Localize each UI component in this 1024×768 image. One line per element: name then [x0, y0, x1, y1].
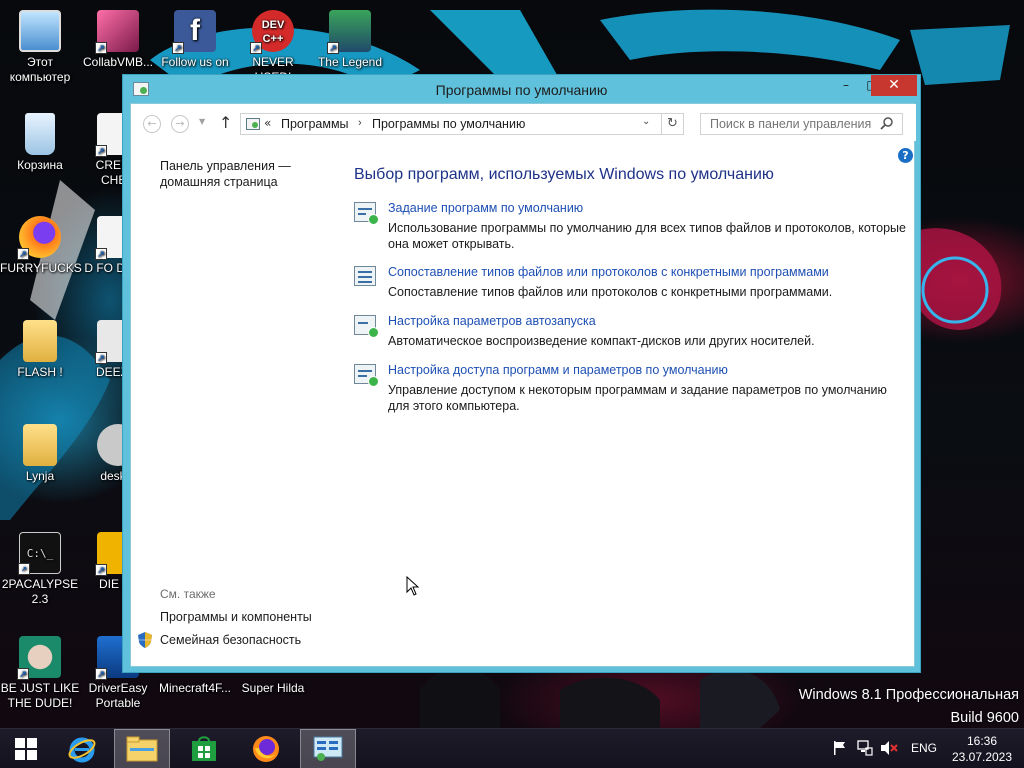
page-title: Выбор программ, используемых Windows по …: [354, 166, 774, 183]
address-bar[interactable]: « Программы › Программы по умолчанию ⌄: [240, 113, 662, 135]
desktop-icon-follow-us[interactable]: f ↗ Follow us on: [155, 10, 235, 70]
facebook-icon: f ↗: [172, 10, 216, 54]
action-center-flag-icon[interactable]: [833, 741, 847, 755]
window-title: Программы по умолчанию: [435, 82, 608, 98]
desktop-icon-label: Follow us on: [161, 55, 229, 69]
desktop-icon-label: Minecraft4F...: [158, 681, 232, 695]
desktop-icon-label: FURRYFUCKS: [0, 261, 82, 275]
family-safety-link[interactable]: Семейная безопасность: [160, 633, 301, 647]
task-description: Использование программы по умолчанию для…: [388, 221, 906, 251]
task-description: Автоматическое воспроизведение компакт-д…: [388, 334, 815, 348]
desktop-icon-flash[interactable]: FLASH !: [0, 320, 80, 380]
window-client-area: ← → ▼ ↑ « Программы › Программы по умолч…: [130, 103, 916, 667]
forward-button[interactable]: →: [171, 115, 189, 133]
up-button[interactable]: ↑: [219, 113, 232, 132]
programs-and-features-link[interactable]: Программы и компоненты: [160, 610, 312, 624]
app-icon: ↗: [95, 10, 139, 54]
desktop-icon-label: CollabVMB...: [82, 55, 154, 69]
recycle-bin-icon: [25, 113, 55, 155]
desktop-icon-label: Super Hilda: [241, 681, 305, 695]
cmd-icon: C:\_ ↗: [18, 532, 61, 575]
desktop-icon-2pacalypse[interactable]: C:\_ ↗ 2PACALYPSE 2.3: [0, 532, 80, 607]
volume-muted-icon[interactable]: [880, 740, 898, 756]
shield-icon: [138, 632, 152, 648]
desktop-icon-label: BE JUST LIKE THE DUDE!: [0, 681, 80, 710]
taskbar-internet-explorer[interactable]: [54, 729, 110, 768]
desktop-icon-lynja[interactable]: Lynja: [0, 424, 80, 484]
windows-version-watermark: Windows 8.1 Профессиональная Build 9600: [799, 684, 1019, 728]
desktop-icon-label: Lynja: [25, 469, 55, 483]
search-input[interactable]: [700, 113, 903, 135]
desktop-icon-collabvm[interactable]: ↗ CollabVMB...: [78, 10, 158, 70]
start-icon: [15, 738, 37, 760]
breadcrumb-programs[interactable]: Программы: [281, 117, 349, 131]
watermark-build: Build 9600: [950, 710, 1019, 726]
address-overflow-chevron[interactable]: «: [264, 116, 271, 130]
breadcrumb-separator[interactable]: ›: [358, 117, 362, 129]
app-icon: ↗: [17, 636, 61, 680]
devcpp-icon: DEV C++ ↗: [250, 10, 294, 54]
minimize-button[interactable]: –: [832, 75, 860, 96]
store-icon: [192, 736, 216, 761]
desktop-icon-label: The Legend: [317, 55, 383, 69]
clock-time: 16:36: [966, 734, 998, 748]
desktop-icon-the-legend[interactable]: ↗ The Legend: [310, 10, 390, 70]
taskbar-file-explorer[interactable]: [114, 729, 170, 768]
navigation-bar: ← → ▼ ↑ « Программы › Программы по умолч…: [131, 104, 916, 141]
folder-icon: [23, 320, 57, 362]
taskbar-firefox[interactable]: [238, 729, 294, 768]
file-explorer-icon: [126, 736, 158, 762]
back-button[interactable]: ←: [143, 115, 161, 133]
control-panel-icon: [313, 736, 343, 761]
control-panel-home-link[interactable]: Панель управления — домашняя страница: [160, 158, 320, 190]
start-button[interactable]: [0, 729, 52, 768]
address-history-dropdown[interactable]: ⌄: [642, 116, 650, 127]
desktop-icon-be-just-like[interactable]: ↗ BE JUST LIKE THE DUDE!: [0, 636, 80, 711]
associate-file-types-link[interactable]: Сопоставление типов файлов или протоколо…: [388, 265, 829, 279]
desktop-icon-label: FLASH !: [17, 365, 63, 379]
search-icon[interactable]: [880, 116, 894, 130]
firefox-icon: ↗: [17, 216, 61, 260]
desktop-icon-label: Этот компьютер: [9, 55, 71, 84]
file-associations-icon: [354, 266, 376, 286]
input-language-indicator[interactable]: ENG: [911, 741, 937, 755]
clock-date: 23.07.2023: [951, 750, 1013, 764]
desktop-icon-recycle-bin[interactable]: Корзина: [0, 113, 80, 173]
left-task-pane: Панель управления — домашняя страница См…: [131, 141, 321, 667]
close-button[interactable]: ✕: [871, 75, 917, 96]
taskbar-control-panel[interactable]: [300, 729, 356, 768]
desktop-icon-label: 2PACALYPSE 2.3: [1, 577, 79, 606]
control-panel-icon: [246, 118, 260, 130]
firefox-icon: [253, 736, 279, 762]
internet-explorer-icon: [68, 737, 96, 763]
default-programs-window: Программы по умолчанию – □ ✕ ← → ▼ ↑ « П…: [122, 74, 921, 673]
folder-icon: [23, 424, 57, 466]
task-description: Сопоставление типов файлов или протоколо…: [388, 285, 833, 299]
autoplay-settings-link[interactable]: Настройка параметров автозапуска: [388, 314, 596, 328]
refresh-button[interactable]: ↻: [662, 113, 684, 135]
program-access-defaults-link[interactable]: Настройка доступа программ и параметров …: [388, 363, 728, 377]
task-description: Управление доступом к некоторым программ…: [388, 383, 887, 413]
breadcrumb-default-programs[interactable]: Программы по умолчанию: [372, 117, 525, 131]
recent-locations-dropdown[interactable]: ▼: [199, 117, 205, 126]
game-icon: ↗: [327, 10, 371, 54]
desktop-icon-label: DriverEasy Portable: [88, 681, 148, 710]
desktop-icon-this-pc[interactable]: Этот компьютер: [0, 10, 80, 85]
watermark-edition: Windows 8.1 Профессиональная: [798, 687, 1019, 703]
system-clock[interactable]: 16:36 23.07.2023: [940, 733, 1024, 765]
network-icon[interactable]: [857, 740, 873, 756]
mouse-cursor-icon: [406, 576, 420, 596]
desktop-icon-label: Корзина: [17, 158, 63, 172]
title-bar[interactable]: Программы по умолчанию – □ ✕: [123, 75, 920, 103]
autoplay-icon: [354, 315, 379, 338]
taskbar-store[interactable]: [176, 729, 232, 768]
desktop-icon-furryfucks[interactable]: ↗ FURRYFUCKS: [0, 216, 82, 276]
set-default-programs-link[interactable]: Задание программ по умолчанию: [388, 201, 583, 215]
see-also-heading: См. также: [160, 587, 216, 601]
program-access-icon: [354, 364, 379, 387]
default-programs-icon: [354, 202, 379, 225]
computer-icon: [19, 10, 61, 52]
